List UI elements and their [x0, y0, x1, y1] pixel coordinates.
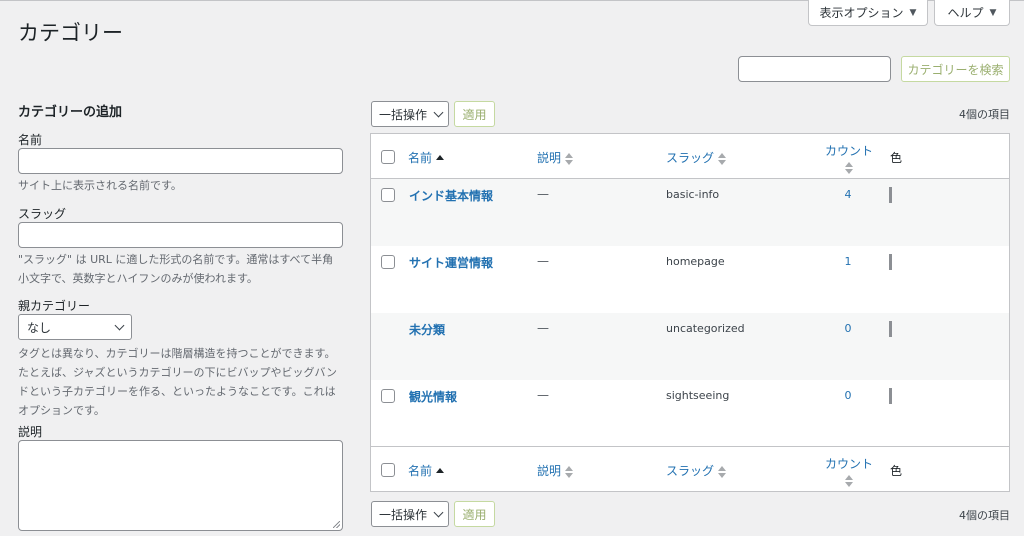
- select-all-checkbox-footer[interactable]: [381, 463, 395, 477]
- parent-category-value: なし: [27, 320, 52, 335]
- column-slug-label: スラッグ: [666, 464, 715, 478]
- sort-asc-icon: [436, 468, 445, 475]
- column-description[interactable]: 説明: [537, 462, 574, 479]
- search-categories-button[interactable]: カテゴリーを検索: [901, 56, 1010, 82]
- table-row: 未分類 — uncategorized 0: [371, 313, 1009, 380]
- category-color-swatch: [889, 254, 892, 270]
- category-name-link[interactable]: 未分類: [409, 321, 445, 338]
- category-name-link[interactable]: サイト運営情報: [409, 254, 493, 271]
- column-slug-label: スラッグ: [666, 151, 715, 165]
- column-color: 色: [890, 464, 903, 478]
- sort-icon: [845, 162, 853, 174]
- column-slug[interactable]: スラッグ: [666, 462, 727, 479]
- resize-handle-icon[interactable]: [333, 521, 340, 528]
- chevron-down-icon: [433, 107, 444, 117]
- category-count-link[interactable]: 1: [838, 255, 858, 268]
- slug-desc-line: "スラッグ" は URL に適した形式の名前です。通常はすべて半角: [18, 253, 334, 266]
- parent-desc-line: オプションです。: [18, 404, 105, 417]
- chevron-down-icon: [433, 507, 444, 517]
- bulk-actions-select-bottom[interactable]: 一括操作: [371, 501, 449, 527]
- category-count-link[interactable]: 0: [838, 322, 858, 335]
- bulk-actions-value: 一括操作: [379, 107, 428, 122]
- sort-icon: [565, 465, 574, 478]
- chevron-down-icon: [114, 320, 125, 330]
- parent-desc-line: たとえば、ジャズというカテゴリーの下にビバップやビッグバン: [18, 366, 337, 379]
- parent-desc-line: タグとは異なり、カテゴリーは階層構造を持つことができます。: [18, 347, 336, 360]
- slug-desc-line: 小文字で、英数字とハイフンのみが使われます。: [18, 272, 258, 285]
- category-slug: uncategorized: [666, 322, 745, 335]
- parent-desc-line: ドという子カテゴリーを作る、といったようなことです。これは: [18, 385, 336, 398]
- help-button[interactable]: ヘルプ ▼: [934, 0, 1010, 26]
- sort-icon: [718, 465, 727, 478]
- category-color-swatch: [889, 187, 892, 203]
- category-slug: basic-info: [666, 188, 720, 201]
- items-count-top: 4個の項目: [959, 108, 1010, 121]
- parent-description: タグとは異なり、カテゴリーは階層構造を持つことができます。 たとえば、ジャズとい…: [18, 344, 353, 420]
- categories-table: 名前 説明 スラッグ カウント 色 インド基本情報 — basic-info 4…: [370, 133, 1010, 492]
- category-color-swatch: [889, 321, 892, 337]
- category-slug: sightseeing: [666, 389, 730, 402]
- column-count-label: カウント: [825, 457, 874, 471]
- column-description[interactable]: 説明: [537, 149, 574, 166]
- table-header: 名前 説明 スラッグ カウント 色: [371, 134, 1009, 179]
- name-input[interactable]: [18, 148, 343, 174]
- sort-icon: [565, 152, 574, 165]
- column-color: 色: [890, 151, 903, 165]
- column-count[interactable]: カウント: [825, 142, 873, 174]
- row-checkbox[interactable]: [381, 389, 395, 403]
- column-count-label: カウント: [825, 144, 874, 158]
- category-description: —: [537, 254, 549, 268]
- screen-options-label: 表示オプション: [819, 6, 904, 20]
- screen-options-button[interactable]: 表示オプション ▼: [808, 0, 928, 26]
- caret-down-icon: ▼: [989, 7, 997, 18]
- parent-category-select[interactable]: なし: [18, 314, 132, 340]
- search-input[interactable]: [738, 56, 891, 82]
- column-name[interactable]: 名前: [408, 462, 445, 479]
- apply-button-top[interactable]: 適用: [454, 101, 495, 127]
- sort-icon: [718, 152, 727, 165]
- name-label: 名前: [18, 133, 43, 147]
- column-name[interactable]: 名前: [408, 149, 445, 166]
- add-category-heading: カテゴリーの追加: [18, 105, 123, 120]
- description-label: 説明: [18, 425, 43, 439]
- help-label: ヘルプ: [947, 6, 984, 20]
- apply-button-bottom[interactable]: 適用: [454, 501, 495, 527]
- column-name-label: 名前: [408, 151, 433, 165]
- category-description: —: [537, 187, 549, 201]
- column-description-label: 説明: [537, 151, 562, 165]
- table-footer: 名前 説明 スラッグ カウント 色: [371, 446, 1009, 491]
- slug-description: "スラッグ" は URL に適した形式の名前です。通常はすべて半角 小文字で、英…: [18, 250, 353, 288]
- column-name-label: 名前: [408, 464, 433, 478]
- select-all-checkbox[interactable]: [381, 150, 395, 164]
- slug-label: スラッグ: [18, 207, 67, 221]
- column-count[interactable]: カウント: [825, 455, 873, 487]
- sort-asc-icon: [436, 155, 445, 162]
- page-title: カテゴリー: [18, 21, 123, 45]
- bulk-actions-select-top[interactable]: 一括操作: [371, 101, 449, 127]
- items-count-bottom: 4個の項目: [959, 509, 1010, 522]
- parent-category-label: 親カテゴリー: [18, 299, 91, 313]
- slug-input[interactable]: [18, 222, 343, 248]
- category-count-link[interactable]: 4: [838, 188, 858, 201]
- name-description: サイト上に表示される名前です。: [18, 179, 182, 192]
- table-row: サイト運営情報 — homepage 1: [371, 246, 1009, 313]
- table-row: インド基本情報 — basic-info 4: [371, 179, 1009, 246]
- column-slug[interactable]: スラッグ: [666, 149, 727, 166]
- bulk-actions-value: 一括操作: [379, 507, 428, 522]
- category-count-link[interactable]: 0: [838, 389, 858, 402]
- column-description-label: 説明: [537, 464, 562, 478]
- category-color-swatch: [889, 388, 892, 404]
- category-name-link[interactable]: インド基本情報: [409, 187, 493, 204]
- sort-icon: [845, 475, 853, 487]
- row-checkbox[interactable]: [381, 255, 395, 269]
- category-description: —: [537, 388, 549, 402]
- row-checkbox[interactable]: [381, 188, 395, 202]
- category-name-link[interactable]: 観光情報: [409, 388, 457, 405]
- description-textarea[interactable]: [18, 440, 343, 531]
- category-slug: homepage: [666, 255, 725, 268]
- caret-down-icon: ▼: [909, 7, 917, 18]
- table-row: 観光情報 — sightseeing 0: [371, 380, 1009, 447]
- category-description: —: [537, 321, 549, 335]
